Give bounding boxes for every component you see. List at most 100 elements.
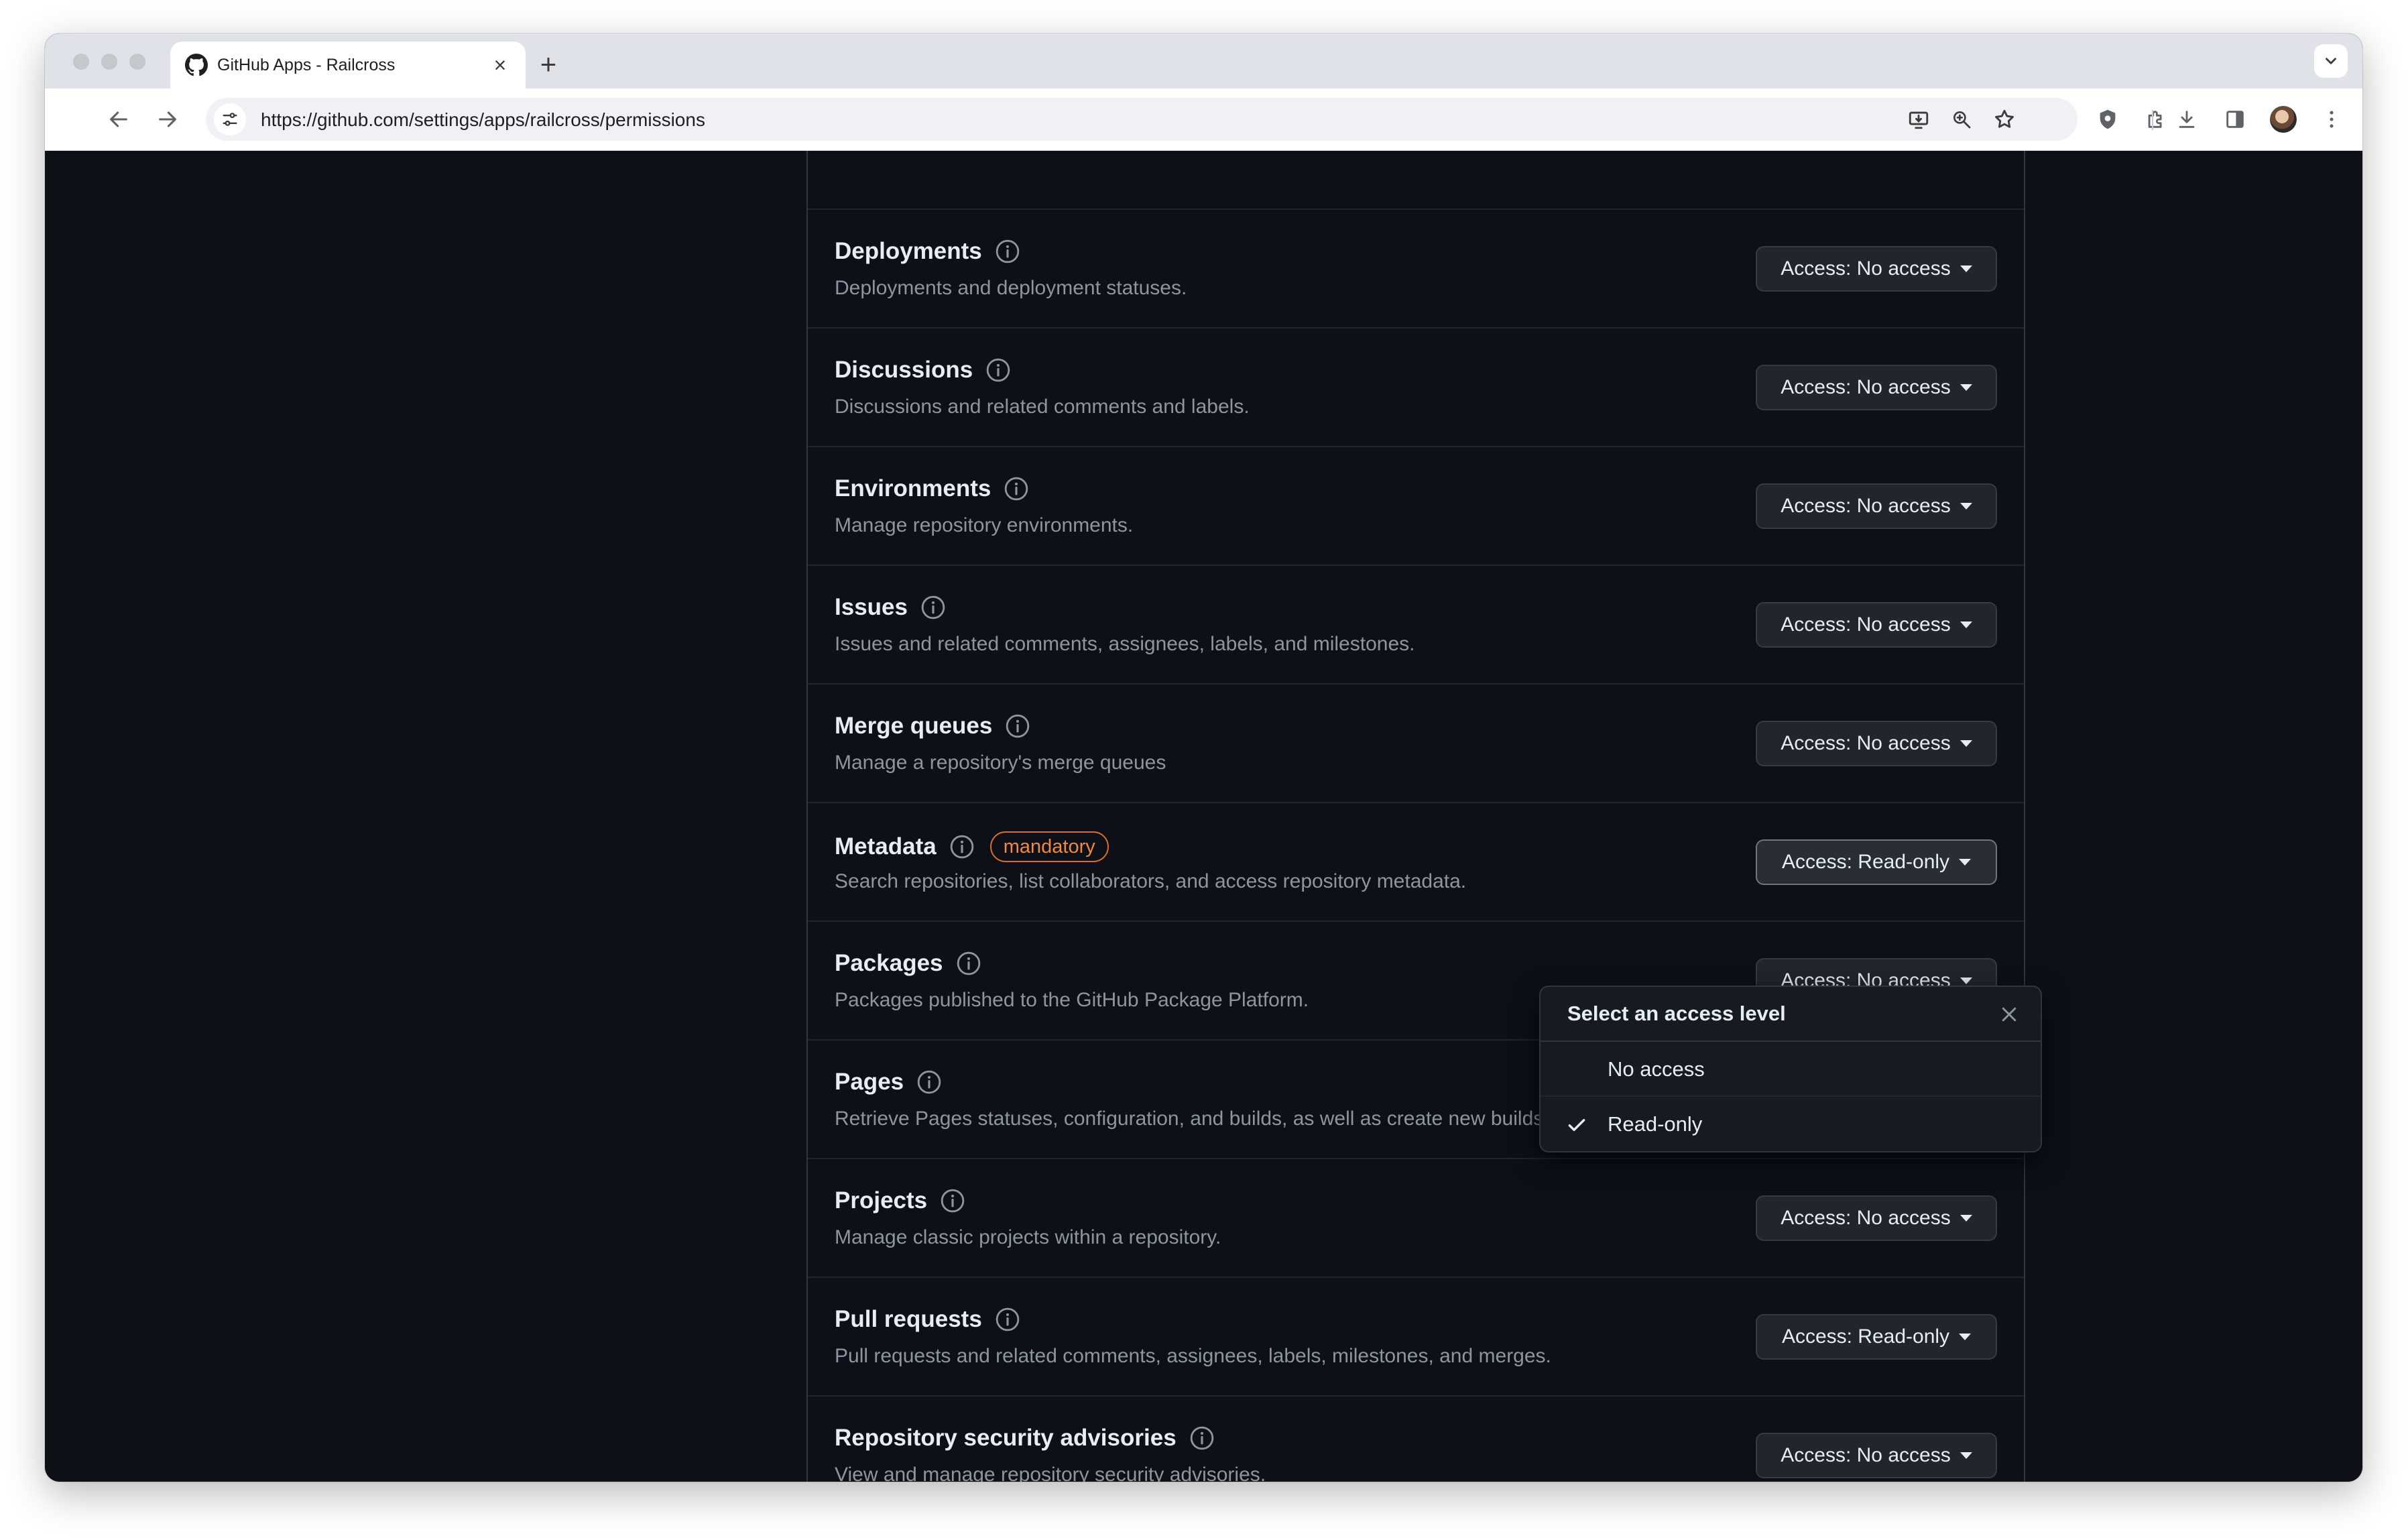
- window-controls: [73, 54, 145, 70]
- permission-name: Pages: [835, 1069, 904, 1095]
- permission-description: Manage repository environments.: [835, 514, 1134, 536]
- info-icon[interactable]: [939, 1187, 966, 1214]
- back-button[interactable]: [105, 106, 132, 133]
- permission-title: Environments: [835, 475, 1030, 502]
- access-select-label: Access: No access: [1781, 613, 1951, 636]
- permission-title: Pages: [835, 1069, 943, 1096]
- info-icon[interactable]: [949, 833, 975, 860]
- menu-option-label: No access: [1608, 1057, 1705, 1081]
- access-select-label: Access: Read-only: [1781, 1325, 1950, 1348]
- tune-icon: [223, 113, 237, 126]
- info-icon[interactable]: [994, 238, 1021, 265]
- download-icon[interactable]: [2173, 106, 2200, 133]
- permission-description: Manage classic projects within a reposit…: [835, 1226, 1221, 1248]
- menu-header: Select an access level: [1541, 987, 2041, 1042]
- info-icon[interactable]: [985, 357, 1012, 383]
- browser-tab[interactable]: GitHub Apps - Railcross ×: [170, 42, 526, 88]
- browser-toolbar: https://github.com/settings/apps/railcro…: [45, 88, 2362, 151]
- info-icon[interactable]: [1003, 475, 1030, 502]
- access-select-button[interactable]: Access: No access: [1756, 1195, 1997, 1241]
- zoom-icon[interactable]: [1949, 107, 1974, 131]
- permission-name: Metadata: [835, 833, 937, 860]
- info-icon[interactable]: [920, 594, 947, 621]
- profile-avatar[interactable]: [2270, 106, 2297, 133]
- caret-down-icon: [1960, 1452, 1972, 1459]
- permission-name: Repository security advisories: [835, 1425, 1177, 1451]
- caret-down-icon: [1960, 740, 1972, 747]
- access-select-button[interactable]: Access: No access: [1756, 602, 1997, 648]
- access-select-button[interactable]: Access: Read-only: [1756, 1314, 1997, 1360]
- info-icon[interactable]: [994, 1306, 1021, 1333]
- browser-menu-button[interactable]: [2318, 106, 2345, 133]
- permission-description: Retrieve Pages statuses, configuration, …: [835, 1108, 1549, 1130]
- menu-option-no-access[interactable]: No access: [1541, 1042, 2041, 1097]
- close-icon[interactable]: [1996, 1002, 2022, 1027]
- permission-description: Pull requests and related comments, assi…: [835, 1345, 1551, 1367]
- arrow-right-icon: [159, 111, 176, 127]
- caret-down-icon: [1960, 384, 1972, 391]
- check-icon: [1565, 1113, 1589, 1137]
- page-content: Deployments Deployments and deployment st…: [45, 151, 2362, 1482]
- tab-title: GitHub Apps - Railcross: [217, 55, 396, 74]
- address-bar[interactable]: https://github.com/settings/apps/railcro…: [206, 98, 2078, 141]
- permission-description: View and manage repository security advi…: [835, 1464, 1266, 1482]
- permission-name: Merge queues: [835, 713, 993, 739]
- permission-description: Discussions and related comments and lab…: [835, 396, 1250, 418]
- access-select-button[interactable]: Access: No access: [1756, 365, 1997, 410]
- permission-row-issues: Issues Issues and related comments, assig…: [808, 565, 2024, 683]
- access-select-label: Access: No access: [1781, 1207, 1951, 1229]
- access-select-label: Access: No access: [1781, 1444, 1951, 1466]
- permission-row-metadata: Metadata mandatory Search repositories, li…: [808, 802, 2024, 921]
- new-tab-button[interactable]: +: [533, 50, 564, 80]
- permission-title: Projects: [835, 1187, 966, 1214]
- zoom-window-button[interactable]: [129, 54, 145, 70]
- install-app-icon[interactable]: [1907, 107, 1931, 131]
- permission-row-previous: [808, 151, 2024, 209]
- permission-row-discussions: Discussions Discussions and related comme…: [808, 327, 2024, 446]
- close-tab-icon[interactable]: ×: [489, 54, 511, 76]
- info-icon[interactable]: [955, 950, 982, 977]
- permission-row-projects: Projects Manage classic projects within a…: [808, 1158, 2024, 1277]
- access-select-button[interactable]: Access: No access: [1756, 1433, 1997, 1478]
- toolbar-divider: [2152, 110, 2153, 130]
- side-panel-icon[interactable]: [2222, 106, 2248, 133]
- caret-down-icon: [1960, 265, 1972, 272]
- permission-description: Packages published to the GitHub Package…: [835, 989, 1309, 1011]
- tab-strip: GitHub Apps - Railcross × +: [45, 34, 2362, 88]
- permission-title: Discussions: [835, 357, 1012, 383]
- arrow-left-icon: [110, 111, 127, 127]
- access-select-button[interactable]: Access: No access: [1756, 246, 1997, 292]
- site-info-button[interactable]: [214, 103, 246, 135]
- info-icon[interactable]: [1189, 1425, 1215, 1452]
- menu-option-read-only[interactable]: Read-only: [1541, 1097, 2041, 1151]
- access-select-button[interactable]: Access: Read-only: [1756, 839, 1997, 885]
- info-icon[interactable]: [916, 1069, 943, 1096]
- permission-description: Manage a repository's merge queues: [835, 752, 1166, 774]
- github-icon: [185, 54, 208, 76]
- info-icon[interactable]: [1004, 713, 1031, 740]
- permission-title: Repository security advisories: [835, 1425, 1215, 1452]
- permission-name: Projects: [835, 1187, 928, 1214]
- bookmark-star-icon[interactable]: [1992, 107, 2016, 131]
- permission-row-deployments: Deployments Deployments and deployment st…: [808, 209, 2024, 327]
- shield-extension-icon[interactable]: [2094, 106, 2121, 133]
- access-select-label: Access: No access: [1781, 376, 1951, 398]
- extensions-puzzle-icon[interactable]: [2143, 106, 2169, 133]
- caret-down-icon: [1960, 622, 1972, 628]
- access-select-label: Access: No access: [1781, 257, 1951, 280]
- forward-button[interactable]: [154, 106, 181, 133]
- minimize-window-button[interactable]: [101, 54, 117, 70]
- permission-name: Packages: [835, 950, 943, 976]
- caret-down-icon: [1959, 1334, 1972, 1340]
- close-window-button[interactable]: [73, 54, 89, 70]
- access-select-button[interactable]: Access: No access: [1756, 483, 1997, 529]
- caret-down-icon: [1960, 978, 1972, 984]
- tab-search-button[interactable]: [2314, 44, 2348, 78]
- access-select-button[interactable]: Access: No access: [1756, 721, 1997, 766]
- menu-option-label: Read-only: [1608, 1112, 1703, 1136]
- permission-row-repository-security-advisories: Repository security advisories View and m…: [808, 1395, 2024, 1482]
- permission-name: Issues: [835, 594, 908, 620]
- permission-title: Packages: [835, 950, 982, 977]
- permission-title: Pull requests: [835, 1306, 1021, 1333]
- menu-title: Select an access level: [1567, 1002, 1786, 1025]
